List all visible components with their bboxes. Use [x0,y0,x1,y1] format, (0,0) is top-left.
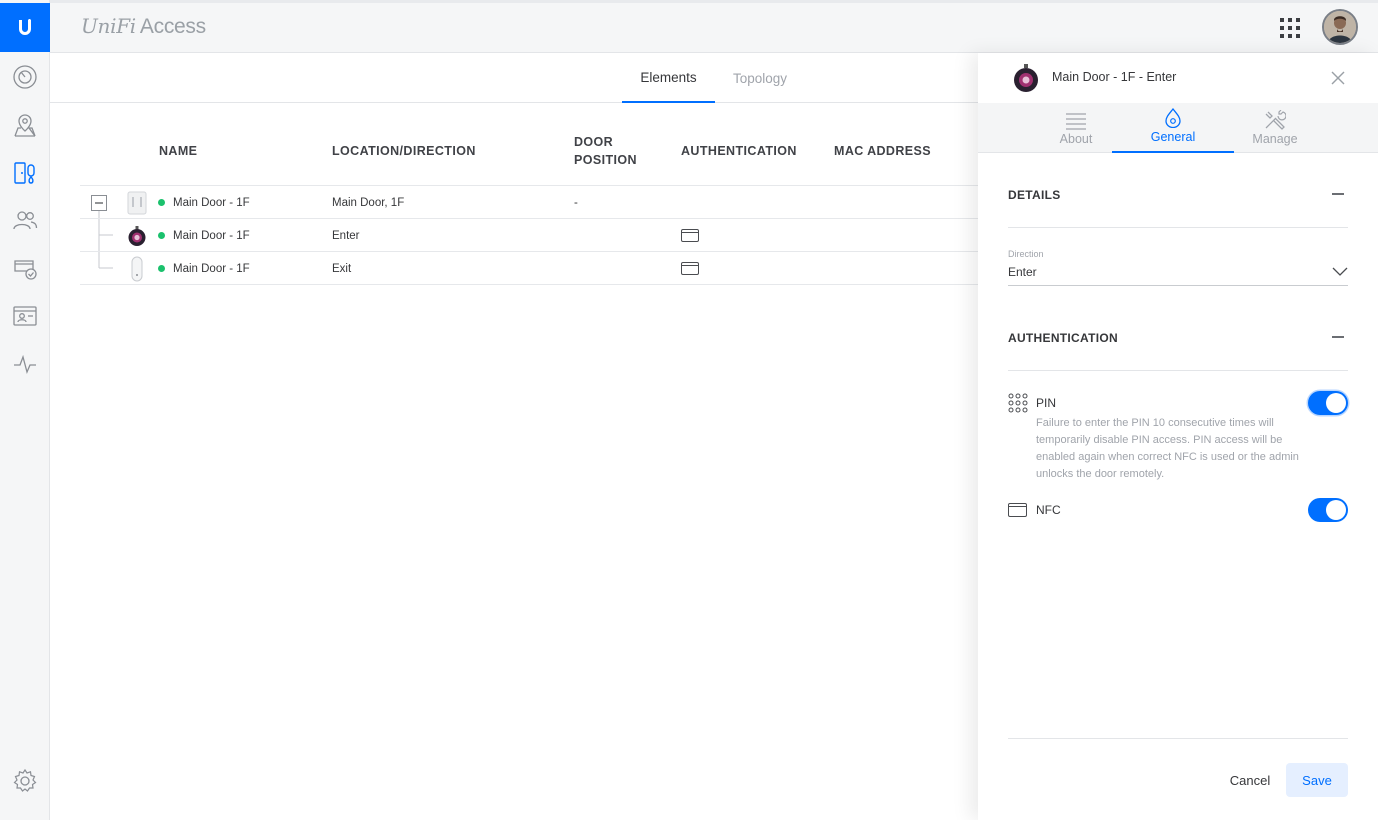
column-header-location[interactable]: LOCATION/DIRECTION [332,142,476,160]
pin-keypad-icon [1008,393,1028,413]
panel-header: Main Door - 1F - Enter [978,53,1378,103]
nfc-card-icon [1008,503,1027,517]
table-row[interactable]: Main Door - 1F Exit [80,252,978,285]
close-icon[interactable] [1331,71,1345,85]
tools-icon [1265,110,1286,130]
nav-activity[interactable] [11,350,39,378]
nfc-toggle[interactable] [1308,498,1348,522]
main-tabs: Elements Topology [50,53,978,103]
ubiquiti-logo[interactable] [0,3,50,52]
device-detail-panel: Main Door - 1F - Enter About General Man… [978,53,1378,820]
nav-users[interactable] [11,206,39,234]
device-location: Exit [332,262,352,275]
authentication-divider [1008,370,1348,371]
door-devices-icon [14,162,35,184]
list-icon [1066,113,1086,130]
access-hub-icon [127,191,147,214]
details-section-title[interactable]: DETAILS [1008,188,1061,202]
status-online-dot [158,232,165,239]
status-online-dot [158,199,165,206]
minus-square-icon [91,194,107,211]
pin-toggle[interactable] [1308,391,1348,415]
reader-pro-icon [1014,64,1038,92]
tab-manage-label: Manage [1252,132,1298,146]
tab-manage[interactable]: Manage [1214,103,1336,153]
device-location: Enter [332,229,360,242]
details-divider [1008,227,1348,228]
door-position: - [574,196,578,209]
top-bar: UniFi Access [50,0,1378,53]
direction-label: Direction [1008,249,1044,259]
table-row[interactable]: Main Door - 1F Enter [80,219,978,252]
device-name: Main Door - 1F [173,196,250,209]
authentication-collapse-icon[interactable] [1332,336,1344,338]
tab-topology[interactable]: Topology [722,53,798,103]
direction-underline [1008,285,1348,286]
user-avatar-icon [1324,11,1356,43]
nav-devices[interactable] [11,159,39,187]
tab-elements[interactable]: Elements [622,53,715,103]
users-icon [13,211,38,230]
nav-settings[interactable] [11,767,39,795]
direction-select[interactable]: Enter [1008,265,1037,279]
nfc-card-icon [681,262,699,275]
footer-divider [1008,738,1348,739]
nav-dashboard[interactable] [11,63,39,91]
status-online-dot [158,265,165,272]
chevron-down-icon[interactable] [1332,267,1348,277]
column-header-mac-address[interactable]: MAC ADDRESS [834,142,931,160]
auth-nfc [681,219,699,252]
map-pin-icon [14,114,36,137]
panel-tabs: About General Manage [978,103,1378,153]
tab-about-label: About [1059,132,1093,146]
pin-description: Failure to enter the PIN 10 consecutive … [1036,417,1299,480]
nav-visitors[interactable] [11,302,39,330]
nfc-card-icon [681,229,699,242]
reader-lite-icon [131,256,143,281]
activity-pulse-icon [14,354,36,374]
device-name: Main Door - 1F [173,229,250,242]
reader-pro-icon [128,225,146,246]
panel-title: Main Door - 1F - Enter [1052,70,1177,84]
device-location: Main Door, 1F [332,196,405,209]
column-header-authentication[interactable]: AUTHENTICATION [681,142,797,160]
nav-map[interactable] [11,111,39,139]
cancel-button[interactable]: Cancel [1220,765,1280,795]
device-thumbnail-hub [127,186,147,219]
collapse-toggle[interactable] [91,186,107,219]
device-thumbnail-reader-lite [131,252,143,285]
column-header-door-line2: POSITION [574,153,637,167]
column-header-door-position[interactable]: DOOR POSITION [574,133,637,169]
apps-grid-icon[interactable] [1279,17,1301,39]
app-brand[interactable]: UniFi Access [81,14,206,39]
authentication-section-title[interactable]: AUTHENTICATION [1008,331,1118,345]
ubiquiti-u-icon [19,18,31,35]
device-name: Main Door - 1F [173,262,250,275]
pin-label: PIN [1036,396,1057,410]
nfc-label: NFC [1036,503,1061,517]
nav-access-policies[interactable] [11,254,39,282]
gear-icon [13,768,37,792]
auth-nfc [681,252,699,285]
id-card-icon [13,306,37,326]
column-header-name[interactable]: NAME [159,142,197,160]
dashboard-gauge-icon [13,65,37,89]
brand-product: Access [139,15,206,38]
table-row[interactable]: Main Door - 1F Main Door, 1F - [80,186,978,219]
sidebar [0,0,50,820]
tab-general-label: General [1150,130,1196,144]
drop-icon [1165,108,1181,128]
details-collapse-icon[interactable] [1332,193,1344,195]
shield-check-icon [14,260,37,280]
avatar[interactable] [1322,9,1358,45]
column-header-door-line1: DOOR [574,135,614,149]
save-button[interactable]: Save [1286,763,1348,797]
device-thumbnail-reader-pro [127,219,147,252]
brand-unifi: UniFi [81,14,136,38]
